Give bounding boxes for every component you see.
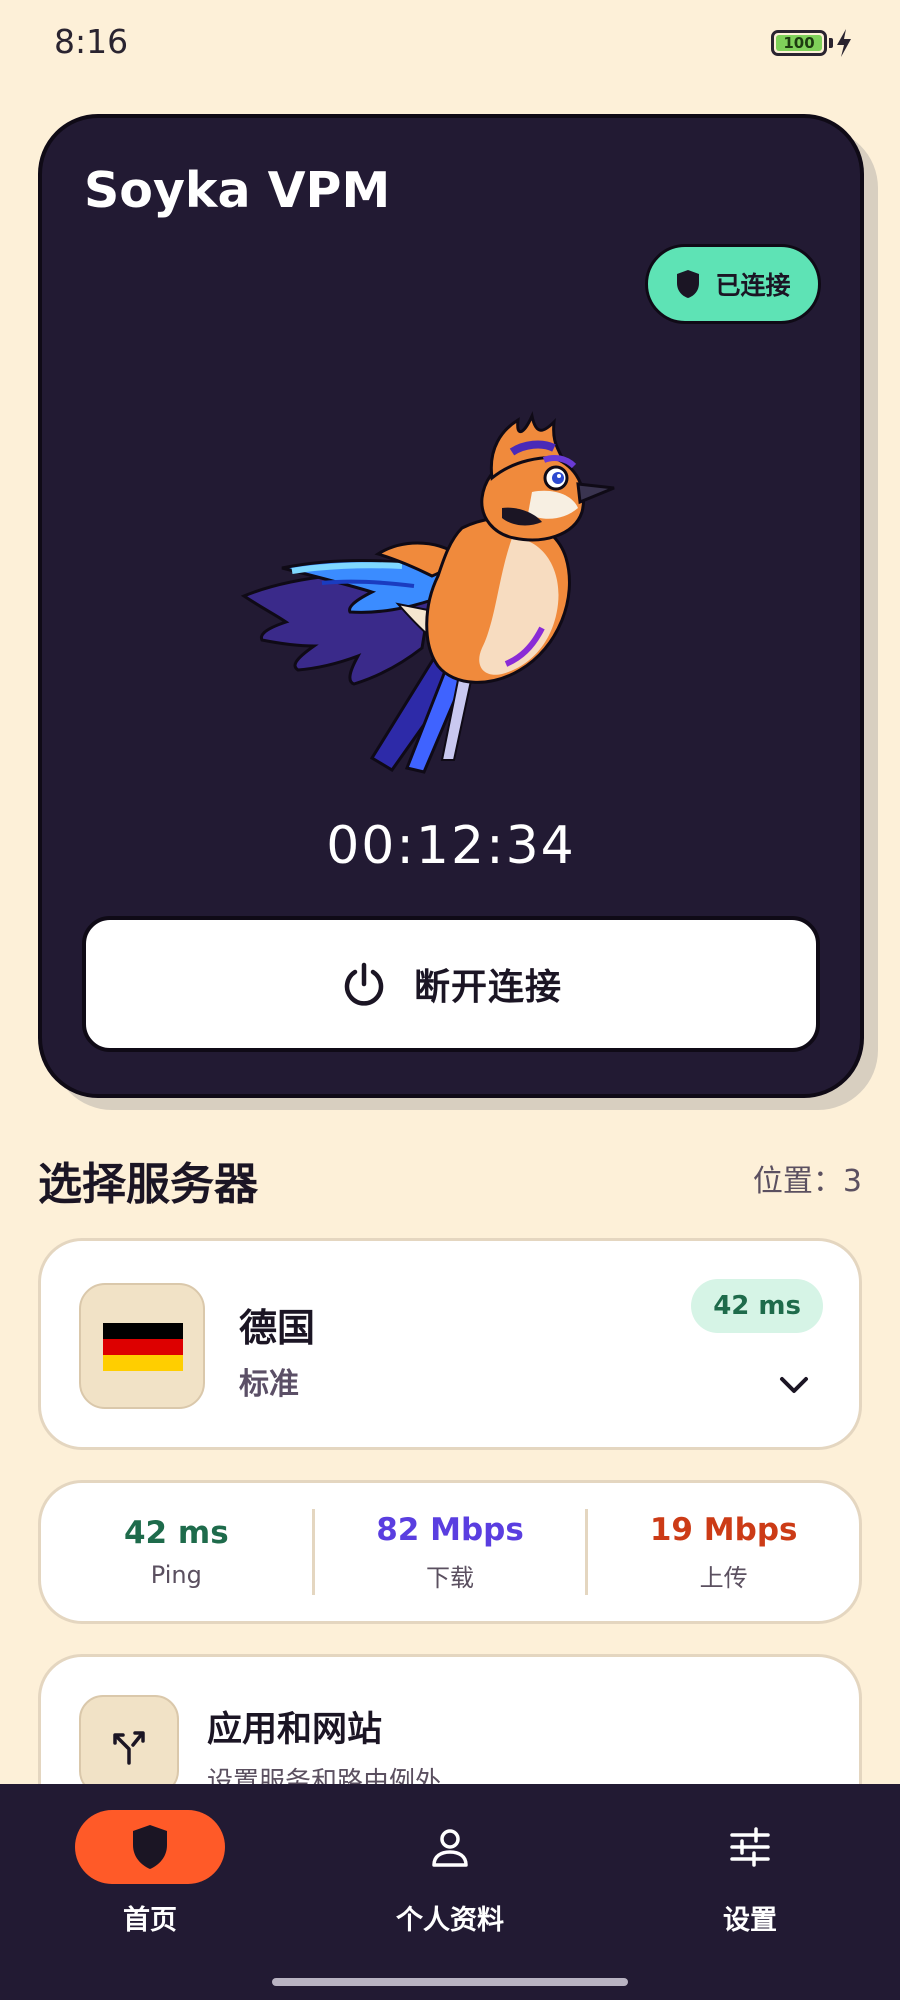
sliders-icon [730, 1827, 770, 1867]
home-indicator[interactable] [272, 1978, 628, 1986]
disconnect-label: 断开连接 [413, 967, 562, 1008]
nav-home-label: 首页 [123, 1905, 177, 1936]
germany-flag-icon [103, 1323, 183, 1371]
stat-label: 下载 [426, 1563, 474, 1592]
location-count: 位置：3 [752, 1164, 862, 1199]
flag-stripe-1 [103, 1323, 183, 1339]
bottom-navigation: 首页 个人资料 设置 [0, 1784, 900, 2000]
split-route-icon-container [79, 1695, 179, 1795]
battery-cap [829, 38, 833, 48]
stat-value: 19 Mbps [649, 1511, 798, 1548]
person-icon [432, 1829, 468, 1867]
nav-profile-icon-wrap [375, 1810, 525, 1884]
connection-stats: 42 ms Ping 82 Mbps 下载 19 Mbps 上传 [38, 1480, 862, 1624]
nav-home-icon-wrap [75, 1810, 225, 1884]
connection-status-label: 已连接 [715, 271, 791, 300]
stat-ping: 42 ms Ping [41, 1483, 312, 1621]
split-tunneling-title: 应用和网站 [207, 1710, 383, 1750]
power-icon [344, 962, 384, 1006]
hero-card: Soyka VPM 已连接 00:12:34 断开连接 [38, 114, 864, 1098]
connection-status-badge: 已连接 [645, 244, 821, 324]
nav-home[interactable]: 首页 [30, 1810, 270, 1950]
nav-settings[interactable]: 设置 [630, 1810, 870, 1950]
app-title: Soyka VPM [84, 162, 391, 219]
flag-stripe-3 [103, 1355, 183, 1371]
flag-stripe-2 [103, 1339, 183, 1355]
flag-container [79, 1283, 205, 1409]
stat-value: 42 ms [123, 1515, 229, 1551]
status-bar: 8:16 100 [0, 0, 900, 86]
connection-timer: 00:12:34 [326, 816, 576, 876]
chevron-down-icon[interactable] [777, 1373, 811, 1397]
stat-label: Ping [150, 1561, 202, 1589]
stat-value: 82 Mbps [376, 1511, 524, 1548]
server-selector[interactable]: 德国 标准 42 ms [38, 1238, 862, 1450]
nav-profile-label: 个人资料 [396, 1905, 504, 1936]
battery-level: 100 [776, 35, 822, 51]
select-server-title: 选择服务器 [38, 1159, 258, 1210]
nav-settings-label: 设置 [723, 1905, 777, 1936]
nav-settings-icon-wrap [675, 1810, 825, 1884]
server-country: 德国 [239, 1306, 316, 1350]
split-route-icon [113, 1731, 145, 1765]
nav-profile[interactable]: 个人资料 [330, 1810, 570, 1950]
disconnect-button[interactable]: 断开连接 [82, 916, 820, 1052]
stat-label: 上传 [699, 1563, 748, 1592]
server-tier: 标准 [239, 1367, 299, 1402]
stat-upload: 19 Mbps 上传 [588, 1483, 859, 1621]
bird-mascot-illustration [240, 411, 615, 774]
battery-icon: 100 [771, 30, 827, 56]
shield-icon [133, 1825, 167, 1869]
stat-download: 82 Mbps 下载 [315, 1483, 586, 1621]
status-time: 8:16 [54, 22, 129, 61]
shield-icon [677, 270, 700, 298]
server-ping-badge: 42 ms [691, 1279, 823, 1333]
charging-icon [837, 29, 851, 57]
screen: 8:16 100 Soyka VPM 已连接 00:12:34 断开连接 选择服… [0, 0, 900, 2000]
